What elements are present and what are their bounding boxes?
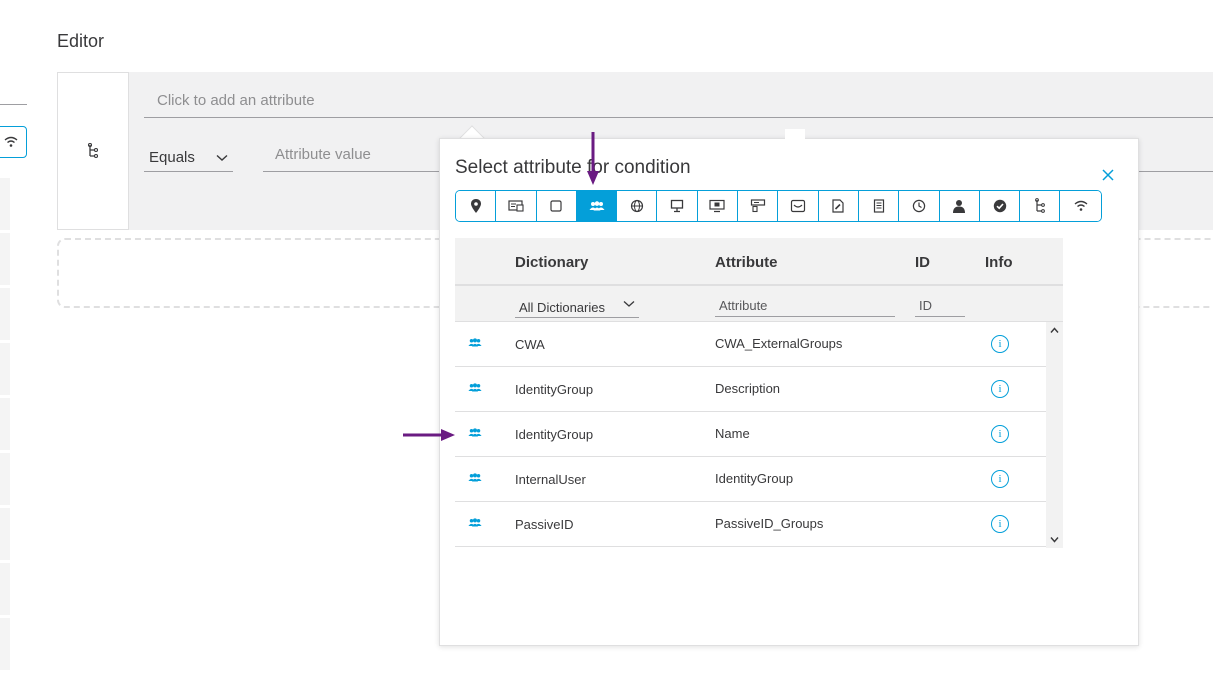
filter-wireless-button[interactable]	[1060, 191, 1101, 221]
wifi-icon	[4, 136, 17, 147]
info-icon[interactable]: i	[991, 515, 1009, 533]
page-title: Editor	[57, 31, 105, 51]
filter-router-button[interactable]	[778, 191, 819, 221]
filter-screen-button[interactable]	[697, 191, 739, 221]
filter-network-button[interactable]	[617, 191, 658, 221]
row-dictionary: IdentityGroup	[515, 382, 594, 397]
users-icon	[589, 201, 605, 211]
chevron-down-icon	[623, 301, 635, 307]
row-attribute: Name	[715, 426, 750, 441]
condition-type-cell[interactable]	[57, 72, 129, 230]
filter-square-button[interactable]	[536, 191, 577, 221]
info-icon[interactable]: i	[991, 425, 1009, 443]
filter-posture-button[interactable]	[979, 191, 1021, 221]
header-attribute: Attribute	[715, 254, 778, 271]
filter-row: All Dictionaries Attribute ID	[455, 286, 1063, 322]
left-list	[0, 178, 10, 673]
wifi-icon	[1074, 200, 1088, 211]
info-icon[interactable]: i	[991, 335, 1009, 353]
filter-server-button[interactable]	[858, 191, 900, 221]
attribute-selector-popover: Select attribute for condition Dictionar…	[439, 138, 1139, 646]
attribute-category-toolbar	[455, 190, 1102, 222]
chevron-down-icon[interactable]	[1049, 534, 1060, 545]
users-icon	[468, 383, 482, 392]
filter-tree-button[interactable]	[1020, 191, 1061, 221]
header-info: Info	[985, 254, 1013, 271]
server-icon	[873, 199, 884, 213]
info-icon[interactable]: i	[991, 470, 1009, 488]
attribute-input[interactable]: Click to add an attribute	[144, 90, 1213, 118]
device-card-icon	[508, 200, 524, 212]
operator-select[interactable]: Equals	[144, 144, 233, 172]
filter-user-button[interactable]	[939, 191, 980, 221]
popover-notch-cover	[785, 129, 805, 141]
divider	[0, 104, 27, 105]
filter-time-button[interactable]	[899, 191, 940, 221]
tree-icon	[1034, 198, 1045, 213]
filter-identity-groups-button[interactable]	[576, 191, 618, 221]
users-icon	[468, 518, 482, 527]
header-dictionary: Dictionary	[515, 254, 589, 271]
attribute-filter-input[interactable]: Attribute	[715, 298, 895, 317]
filter-document-button[interactable]	[818, 191, 859, 221]
annotation-arrow-right	[403, 429, 455, 441]
close-icon[interactable]	[1100, 167, 1116, 183]
attribute-table: Dictionary Attribute ID Info All Diction…	[455, 238, 1063, 548]
filter-location-button[interactable]	[456, 191, 497, 221]
user-icon	[953, 200, 966, 213]
location-icon	[470, 199, 481, 213]
row-dictionary: CWA	[515, 337, 545, 352]
monitor-icon	[670, 199, 684, 213]
info-icon[interactable]: i	[991, 380, 1009, 398]
table-header: Dictionary Attribute ID Info	[455, 238, 1063, 286]
table-row[interactable]: CWA CWA_ExternalGroups i	[455, 322, 1046, 367]
table-row[interactable]: InternalUser IdentityGroup i	[455, 457, 1046, 502]
row-attribute: IdentityGroup	[715, 471, 794, 486]
chevron-down-icon	[216, 154, 228, 161]
table-row[interactable]: PassiveID PassiveID_Groups i	[455, 502, 1046, 547]
dictionary-filter-value: All Dictionaries	[519, 300, 605, 315]
row-attribute: Description	[715, 381, 781, 396]
row-attribute: CWA_ExternalGroups	[715, 336, 843, 351]
row-dictionary: InternalUser	[515, 472, 586, 487]
globe-icon	[630, 199, 643, 213]
clock-icon	[912, 199, 926, 213]
filter-device-button[interactable]	[738, 191, 779, 221]
row-dictionary: PassiveID	[515, 517, 574, 532]
popover-title: Select attribute for condition	[455, 157, 691, 178]
square-icon	[550, 200, 562, 212]
chevron-up-icon[interactable]	[1049, 325, 1060, 336]
users-icon	[468, 338, 482, 347]
checkmark-icon	[993, 199, 1006, 213]
row-attribute: PassiveID_Groups	[715, 516, 824, 531]
table-scrollbar[interactable]	[1046, 322, 1063, 548]
id-filter-input[interactable]: ID	[915, 298, 965, 317]
dictionary-filter-select[interactable]: All Dictionaries	[515, 300, 639, 318]
screen-icon	[709, 199, 726, 213]
left-panel	[0, 0, 30, 677]
operator-value: Equals	[149, 149, 195, 166]
filter-endpoint-button[interactable]	[657, 191, 698, 221]
wifi-button[interactable]	[0, 126, 27, 158]
users-icon	[468, 428, 482, 437]
table-row[interactable]: IdentityGroup Description i	[455, 367, 1046, 412]
device-icon	[750, 199, 765, 213]
table-body: CWA CWA_ExternalGroups i IdentityGroup D…	[455, 322, 1063, 548]
row-dictionary: IdentityGroup	[515, 427, 594, 442]
users-icon	[468, 473, 482, 482]
header-id: ID	[915, 254, 930, 271]
document-icon	[832, 199, 844, 213]
table-row[interactable]: IdentityGroup Name i	[455, 412, 1046, 457]
annotation-arrow-down	[587, 132, 599, 185]
filter-device-card-button[interactable]	[496, 191, 537, 221]
tree-icon	[87, 143, 99, 159]
router-icon	[790, 199, 806, 213]
